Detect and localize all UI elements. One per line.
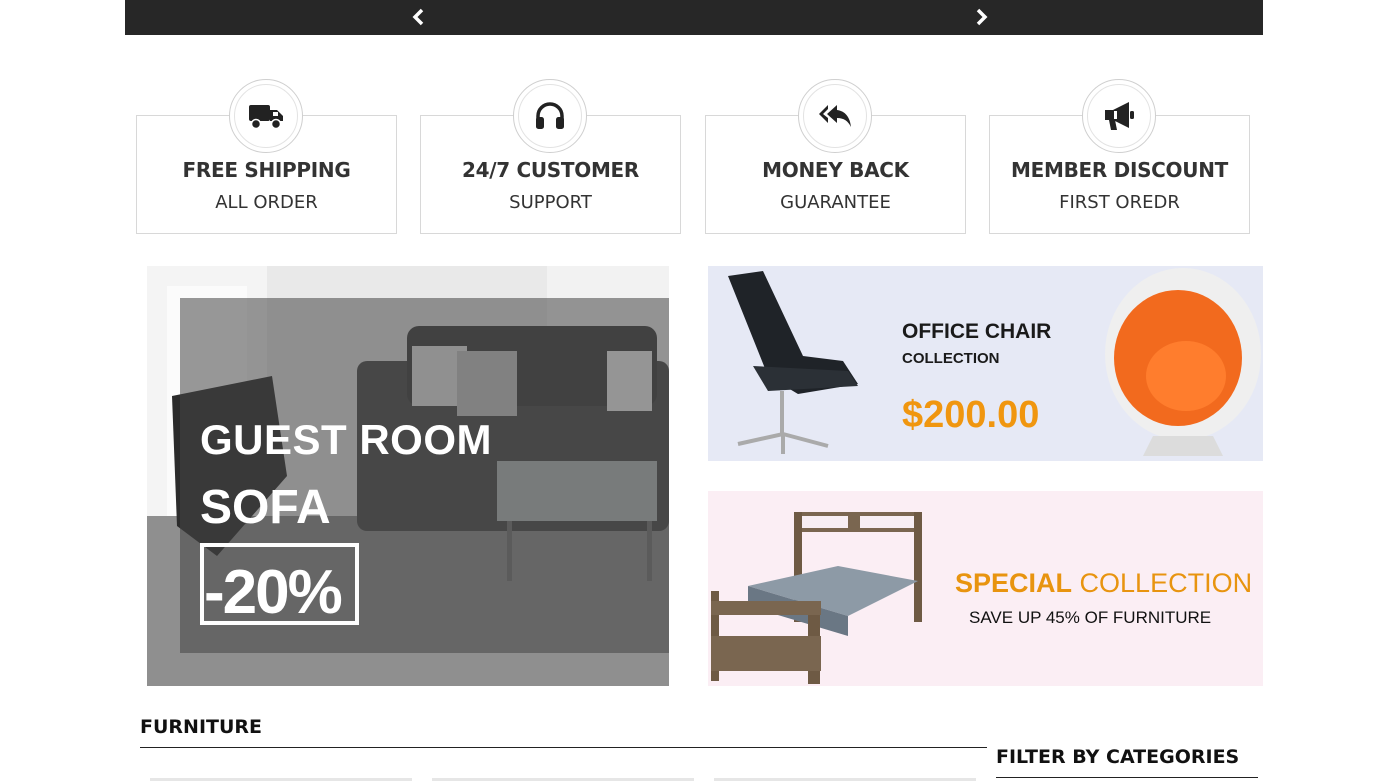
- office-chair-title: OFFICE CHAIR: [902, 320, 1052, 343]
- feature-title: MONEY BACK: [762, 158, 909, 182]
- office-chair-price: $200.00: [902, 394, 1040, 436]
- slider-bar: [125, 0, 1263, 35]
- discount-badge: -20%: [200, 543, 359, 625]
- banner-title-line1: GUEST ROOM: [200, 416, 493, 463]
- feature-customer-support: 24/7 CUSTOMER SUPPORT: [420, 79, 681, 234]
- feature-icon-circle: [229, 79, 303, 153]
- feature-member-discount: MEMBER DISCOUNT FIRST OREDR: [989, 79, 1250, 234]
- special-collection-subtitle: SAVE UP 45% OF FURNITURE: [969, 608, 1212, 627]
- office-chair-subtitle: COLLECTION: [902, 350, 1000, 367]
- feature-subtitle: FIRST OREDR: [1059, 192, 1180, 213]
- banner-title-line2: SOFA: [200, 481, 331, 534]
- chevron-left-icon: [412, 8, 424, 26]
- feature-title: FREE SHIPPING: [182, 158, 351, 182]
- furniture-section-title: FURNITURE: [140, 716, 263, 738]
- office-chair-banner[interactable]: OFFICE CHAIR COLLECTION $200.00: [708, 266, 1263, 461]
- chevron-right-icon: [976, 8, 988, 26]
- furniture-divider: [140, 747, 987, 748]
- filter-categories-title: FILTER BY CATEGORIES: [996, 746, 1240, 768]
- guest-room-banner[interactable]: GUEST ROOM SOFA -20%: [147, 266, 669, 686]
- egg-chair-image: [1105, 268, 1261, 456]
- feature-title: MEMBER DISCOUNT: [1011, 158, 1228, 182]
- reply-all-icon: [819, 105, 851, 127]
- slider-prev-button[interactable]: [408, 7, 428, 27]
- slider-next-button[interactable]: [972, 7, 992, 27]
- bullhorn-icon: [1105, 102, 1134, 130]
- special-collection-title: SPECIAL COLLECTION: [955, 568, 1252, 599]
- feature-icon-circle: [798, 79, 872, 153]
- special-title-rest: COLLECTION: [1072, 568, 1253, 598]
- feature-title: 24/7 CUSTOMER: [461, 158, 640, 182]
- special-title-bold: SPECIAL: [955, 568, 1073, 598]
- truck-icon: [249, 105, 283, 130]
- feature-free-shipping: FREE SHIPPING ALL ORDER: [136, 79, 397, 234]
- feature-icon-circle: [1082, 79, 1156, 153]
- feature-subtitle: GUARANTEE: [780, 192, 891, 213]
- filter-divider: [996, 777, 1258, 778]
- discount-text: -20%: [204, 558, 343, 625]
- office-chair-image: [728, 271, 858, 454]
- feature-icon-circle: [513, 79, 587, 153]
- headphones-icon: [536, 102, 564, 129]
- feature-subtitle: SUPPORT: [509, 192, 592, 213]
- feature-subtitle: ALL ORDER: [215, 192, 318, 213]
- special-collection-banner[interactable]: SPECIAL COLLECTION SAVE UP 45% OF FURNIT…: [708, 491, 1263, 686]
- feature-money-back: MONEY BACK GUARANTEE: [705, 79, 966, 234]
- bed-image: [711, 512, 922, 684]
